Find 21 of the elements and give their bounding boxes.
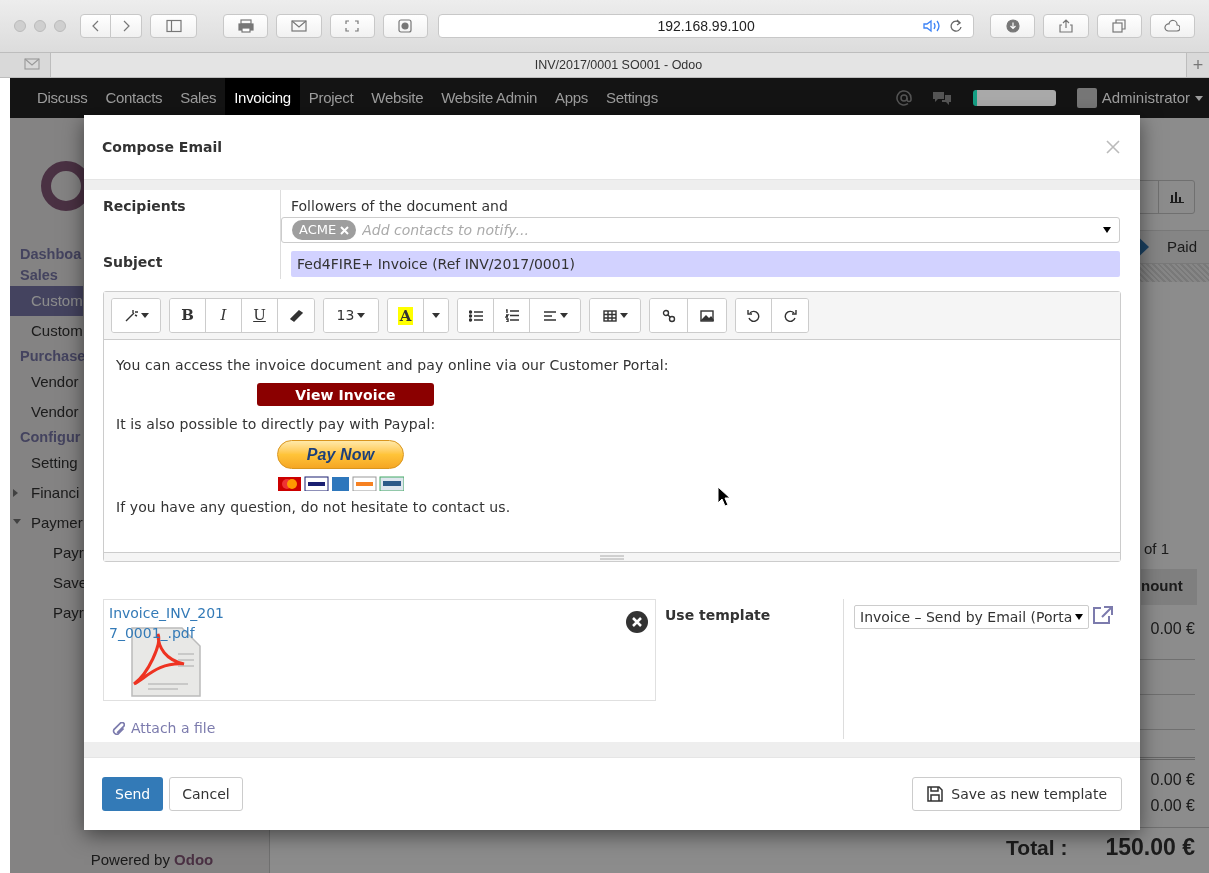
use-template-label: Use template xyxy=(665,607,771,623)
sidebar-heading: Purchase xyxy=(19,347,87,366)
recipients-label: Recipients xyxy=(103,197,187,216)
pager-text: of 1 xyxy=(1143,539,1169,559)
url-text: 192.168.99.100 xyxy=(657,16,755,36)
subject-label: Subject xyxy=(103,253,164,272)
total-amount: 150.00 € xyxy=(1105,832,1195,862)
followers-note: Followers of the document and xyxy=(291,197,509,216)
body-paragraph: It is also possible to directly pay with Paypal: xyxy=(116,415,437,434)
subtotal-amount: 0.00 € xyxy=(1150,769,1195,790)
amount-cell-text: 0.00 € xyxy=(1150,618,1195,639)
subtotal-amount: 0.00 € xyxy=(1150,795,1195,816)
total-label: Total : xyxy=(1006,834,1068,861)
body-paragraph: If you have any question, do not hesitate to contact us. xyxy=(116,498,512,517)
sidebar-heading: Dashboa xyxy=(19,245,83,264)
dialog-title: Compose Email xyxy=(102,137,223,157)
column-header: nount xyxy=(1141,576,1183,597)
sidebar-heading: Configur xyxy=(19,428,82,447)
sidebar-heading: Sales xyxy=(19,266,59,285)
body-paragraph: You can access the invoice document and pay online via our Customer Portal: xyxy=(116,356,670,375)
powered-by-text: Powered by Odoo xyxy=(89,849,215,870)
